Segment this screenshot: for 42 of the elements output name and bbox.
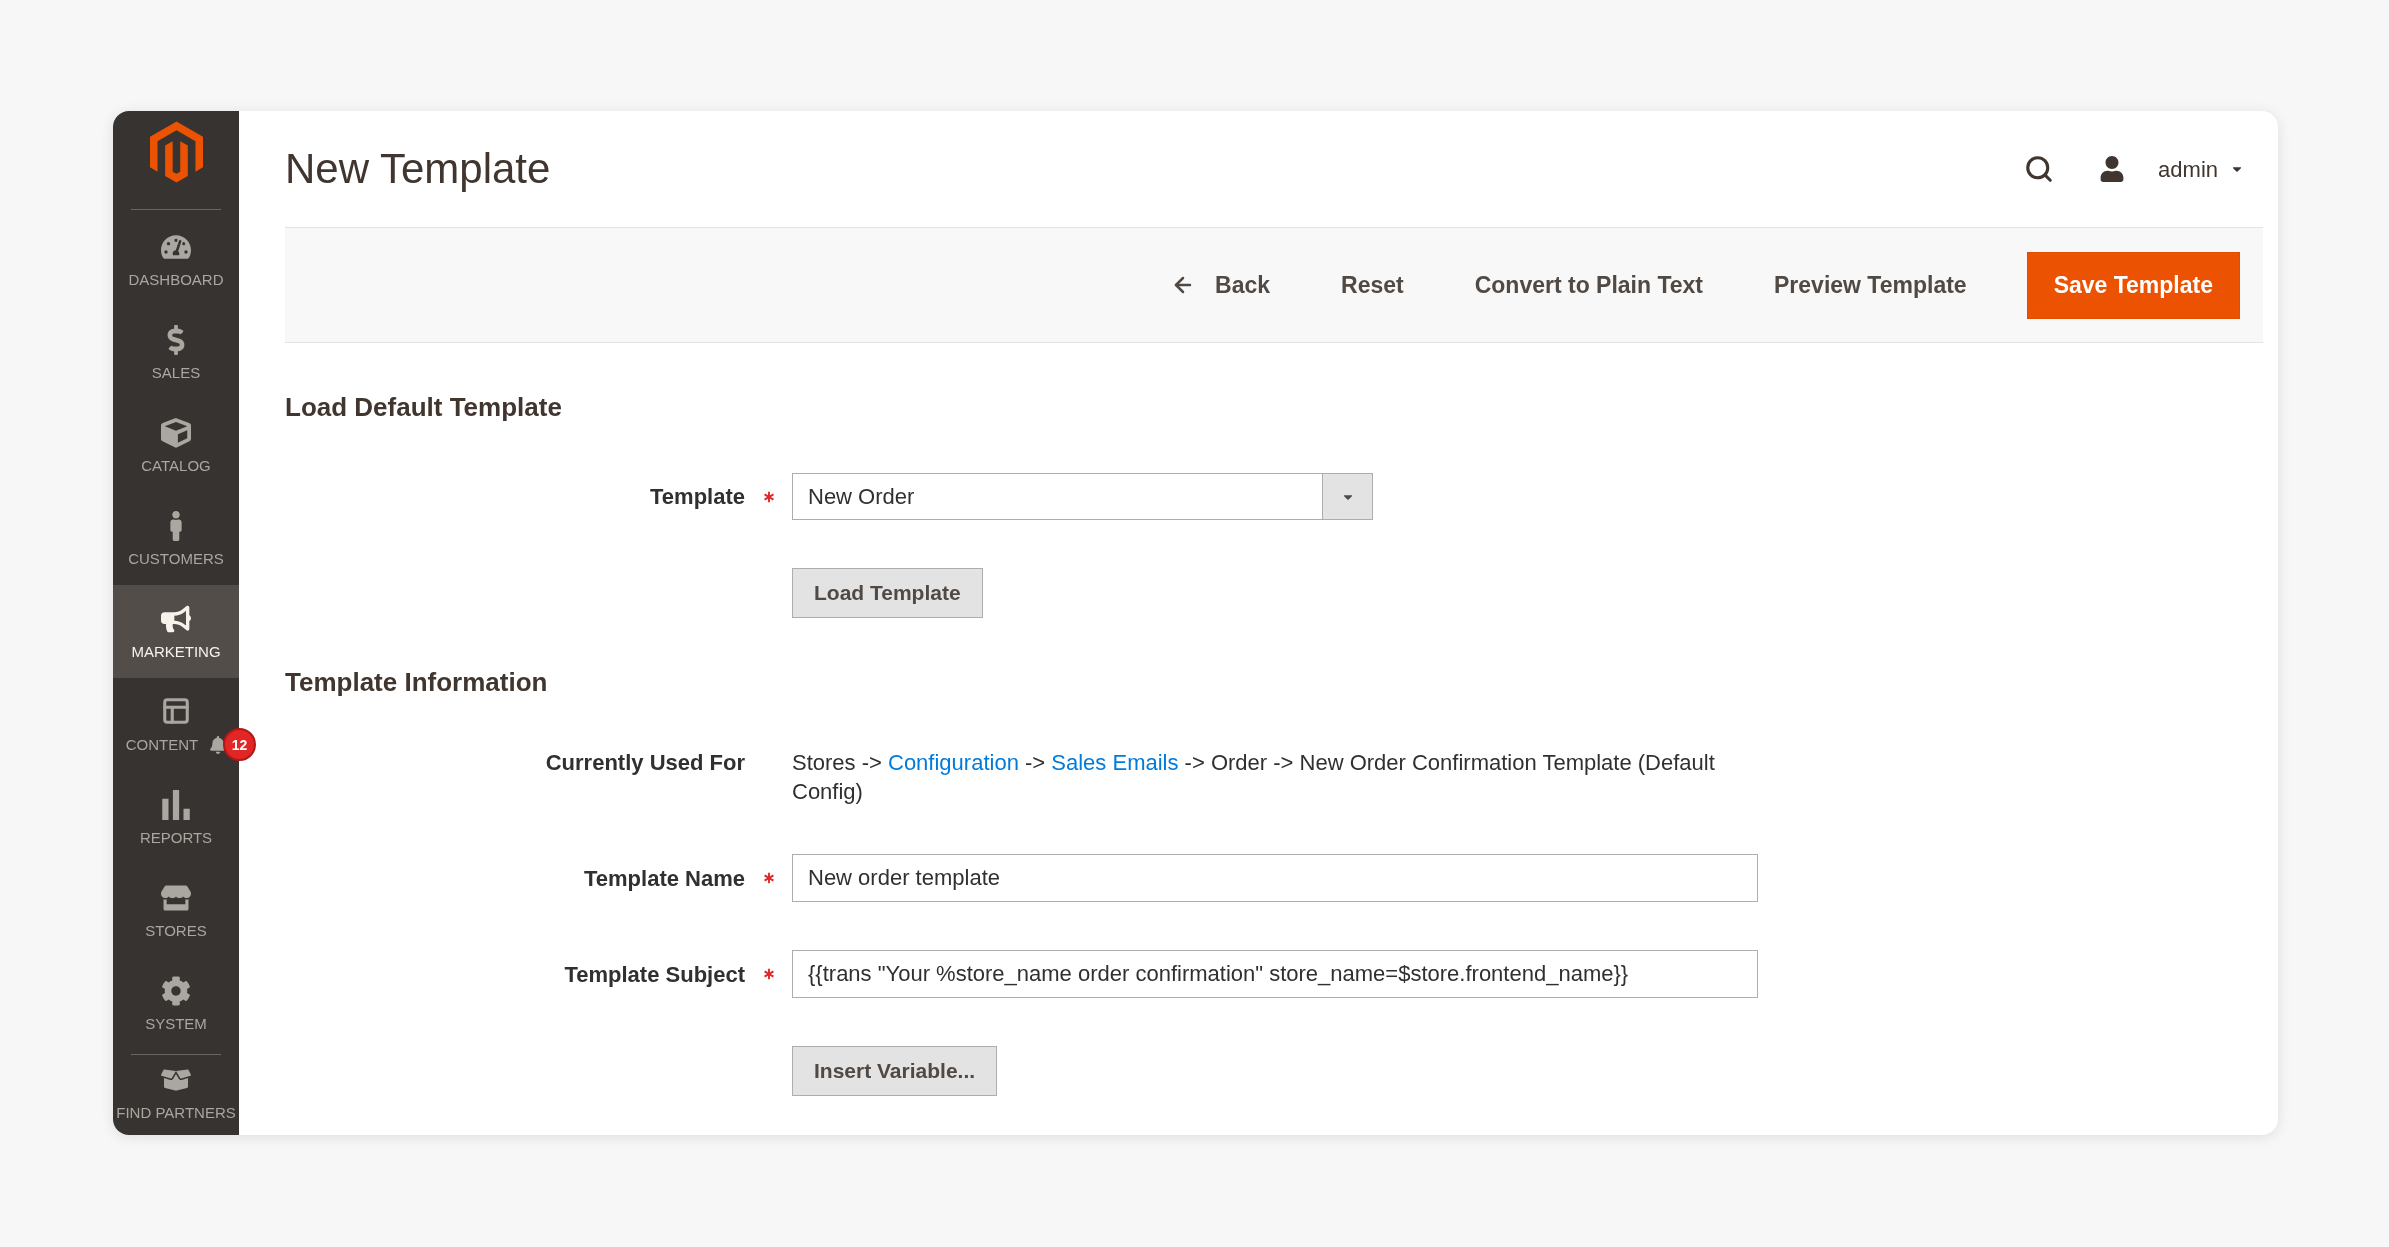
notification-badge: 12 [223, 728, 256, 761]
logo-icon [149, 121, 203, 183]
gear-icon [161, 976, 191, 1006]
path-link[interactable]: Sales Emails [1051, 750, 1179, 775]
toolbar-button[interactable]: Convert to Plain Text [1463, 260, 1714, 310]
gauge-icon [161, 232, 191, 262]
template-dropdown[interactable]: New Order [792, 473, 1373, 520]
cube-icon [161, 418, 191, 448]
nav-item[interactable]: FIND PARTNERS [116, 1055, 236, 1128]
field-label: Template [649, 483, 745, 511]
nav-item[interactable]: DASHBOARD [128, 213, 224, 306]
user-icon [2100, 156, 2125, 182]
nav-item[interactable]: CATALOG [141, 399, 211, 492]
section-title: Template Information [285, 666, 549, 699]
section-title: Load Default Template [285, 391, 563, 424]
search-icon[interactable] [2024, 154, 2055, 184]
nav-item[interactable]: SALES [151, 306, 201, 399]
field-label: Template Subject [563, 960, 745, 989]
layout-icon [161, 695, 191, 726]
nav-item[interactable]: MARKETING [113, 585, 239, 678]
megaphone-icon [161, 604, 191, 634]
field-label: Template Name [583, 864, 745, 893]
toolbar-button[interactable]: Preview Template [1763, 260, 1978, 310]
text-field[interactable]: New order template [792, 854, 1758, 902]
nav-item[interactable]: CUSTOMERS [128, 492, 224, 585]
form-button[interactable]: Load Template [792, 568, 983, 618]
path-link[interactable]: Configuration [888, 750, 1019, 775]
form-button[interactable]: Insert Variable... [792, 1046, 998, 1096]
bar-chart-icon [161, 790, 191, 820]
storefront-icon [161, 883, 191, 913]
text-field[interactable]: {{trans "Your %store_name order confirmation" store_name=$store.frontend_name}} [792, 950, 1758, 998]
nav-item[interactable]: REPORTS [139, 771, 213, 864]
back-button[interactable]: Back [1160, 260, 1282, 310]
field-label: Currently Used For [544, 749, 745, 777]
user-menu[interactable]: admin [2100, 152, 2242, 186]
nav-item[interactable]: STORES [145, 864, 207, 957]
usage-path-text: Stores -> Configuration -> Sales Emails -> Order -> New Order Confirmation Template (Default Config) [792, 749, 1716, 806]
toolbar-button[interactable]: Reset [1330, 260, 1415, 310]
page-title: New Template [285, 148, 551, 190]
nav-item[interactable]: SYSTEM [145, 957, 207, 1050]
save-button[interactable]: Save Template [2026, 251, 2240, 319]
bell-icon [210, 735, 227, 754]
